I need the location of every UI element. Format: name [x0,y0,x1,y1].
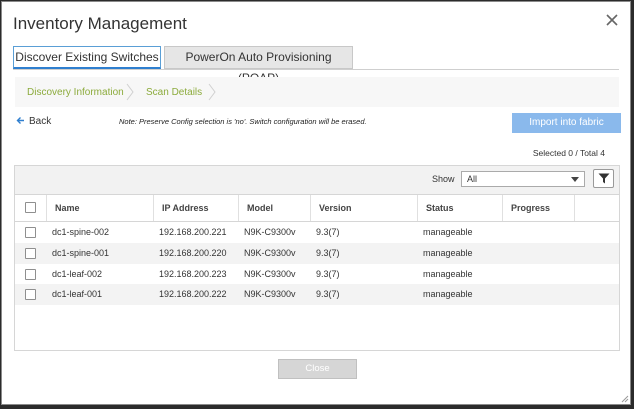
back-link[interactable]: Back [16,116,51,127]
cell-ip-address: 192.168.200.222 [159,289,227,299]
cell-version: 9.3(7) [316,248,340,258]
switch-table: Show All Name IP Address Model Version S… [14,165,620,351]
cell-status: manageable [423,289,473,299]
cell-name: dc1-spine-001 [52,248,110,258]
chevron-down-icon [571,177,579,182]
show-label: Show [432,174,455,184]
column-header-name[interactable]: Name [46,195,153,221]
cell-ip-address: 192.168.200.220 [159,248,227,258]
show-select-value: All [467,174,478,184]
filter-button[interactable] [593,169,614,188]
step-scan-details[interactable]: Scan Details [146,87,202,98]
cell-name: dc1-leaf-002 [52,269,103,279]
column-header-ip-address[interactable]: IP Address [153,195,238,221]
cell-name: dc1-leaf-001 [52,289,103,299]
table-header: Name IP Address Model Version Status Pro… [15,195,619,222]
row-checkbox[interactable] [25,248,36,259]
cell-status: manageable [423,269,473,279]
chevron-right-icon [126,83,134,101]
tab-discover-existing-switches[interactable]: Discover Existing Switches [13,46,161,69]
tab-poap[interactable]: PowerOn Auto Provisioning (POAP) [164,46,353,85]
cell-name: dc1-spine-002 [52,227,110,237]
table-row[interactable]: dc1-spine-002 192.168.200.221 N9K-C9300v… [15,222,619,243]
cell-status: manageable [423,248,473,258]
cell-version: 9.3(7) [316,289,340,299]
selection-count: Selected 0 / Total 4 [532,148,605,158]
cell-ip-address: 192.168.200.221 [159,227,227,237]
column-header-version[interactable]: Version [310,195,417,221]
cell-status: manageable [423,227,473,237]
import-into-fabric-button[interactable]: Import into fabric [512,113,621,133]
step-discovery-information[interactable]: Discovery Information [27,87,124,98]
chevron-right-icon [208,83,216,101]
back-arrow-icon [16,117,24,124]
row-checkbox[interactable] [25,269,36,280]
cell-version: 9.3(7) [316,269,340,279]
cell-version: 9.3(7) [316,227,340,237]
column-header-spacer [574,195,620,221]
close-icon[interactable] [604,12,620,28]
table-row[interactable]: dc1-leaf-001 192.168.200.222 N9K-C9300v … [15,284,619,305]
cell-model: N9K-C9300v [244,289,296,299]
filter-icon [598,173,610,184]
cell-model: N9K-C9300v [244,227,296,237]
column-header-model[interactable]: Model [238,195,310,221]
show-select[interactable]: All [461,171,585,187]
close-button[interactable]: Close [278,359,357,379]
table-toolbar: Show All [15,166,619,195]
table-row[interactable]: dc1-leaf-002 192.168.200.223 N9K-C9300v … [15,264,619,285]
table-row[interactable]: dc1-spine-001 192.168.200.220 N9K-C9300v… [15,243,619,264]
column-header-status[interactable]: Status [417,195,502,221]
back-label: Back [29,116,52,127]
cell-model: N9K-C9300v [244,248,296,258]
row-checkbox[interactable] [25,227,36,238]
row-checkbox[interactable] [25,289,36,300]
column-header-progress[interactable]: Progress [502,195,574,221]
preserve-config-note: Note: Preserve Config selection is 'no'.… [119,117,367,126]
cell-ip-address: 192.168.200.223 [159,269,227,279]
cell-model: N9K-C9300v [244,269,296,279]
dialog-title: Inventory Management [13,14,187,33]
select-all-checkbox[interactable] [25,202,36,213]
wizard-breadcrumb: Discovery Information Scan Details [15,77,619,107]
inventory-dialog: Inventory Management Discover Existing S… [1,1,631,405]
tab-divider [13,69,619,70]
resize-grip-icon[interactable] [621,395,629,403]
